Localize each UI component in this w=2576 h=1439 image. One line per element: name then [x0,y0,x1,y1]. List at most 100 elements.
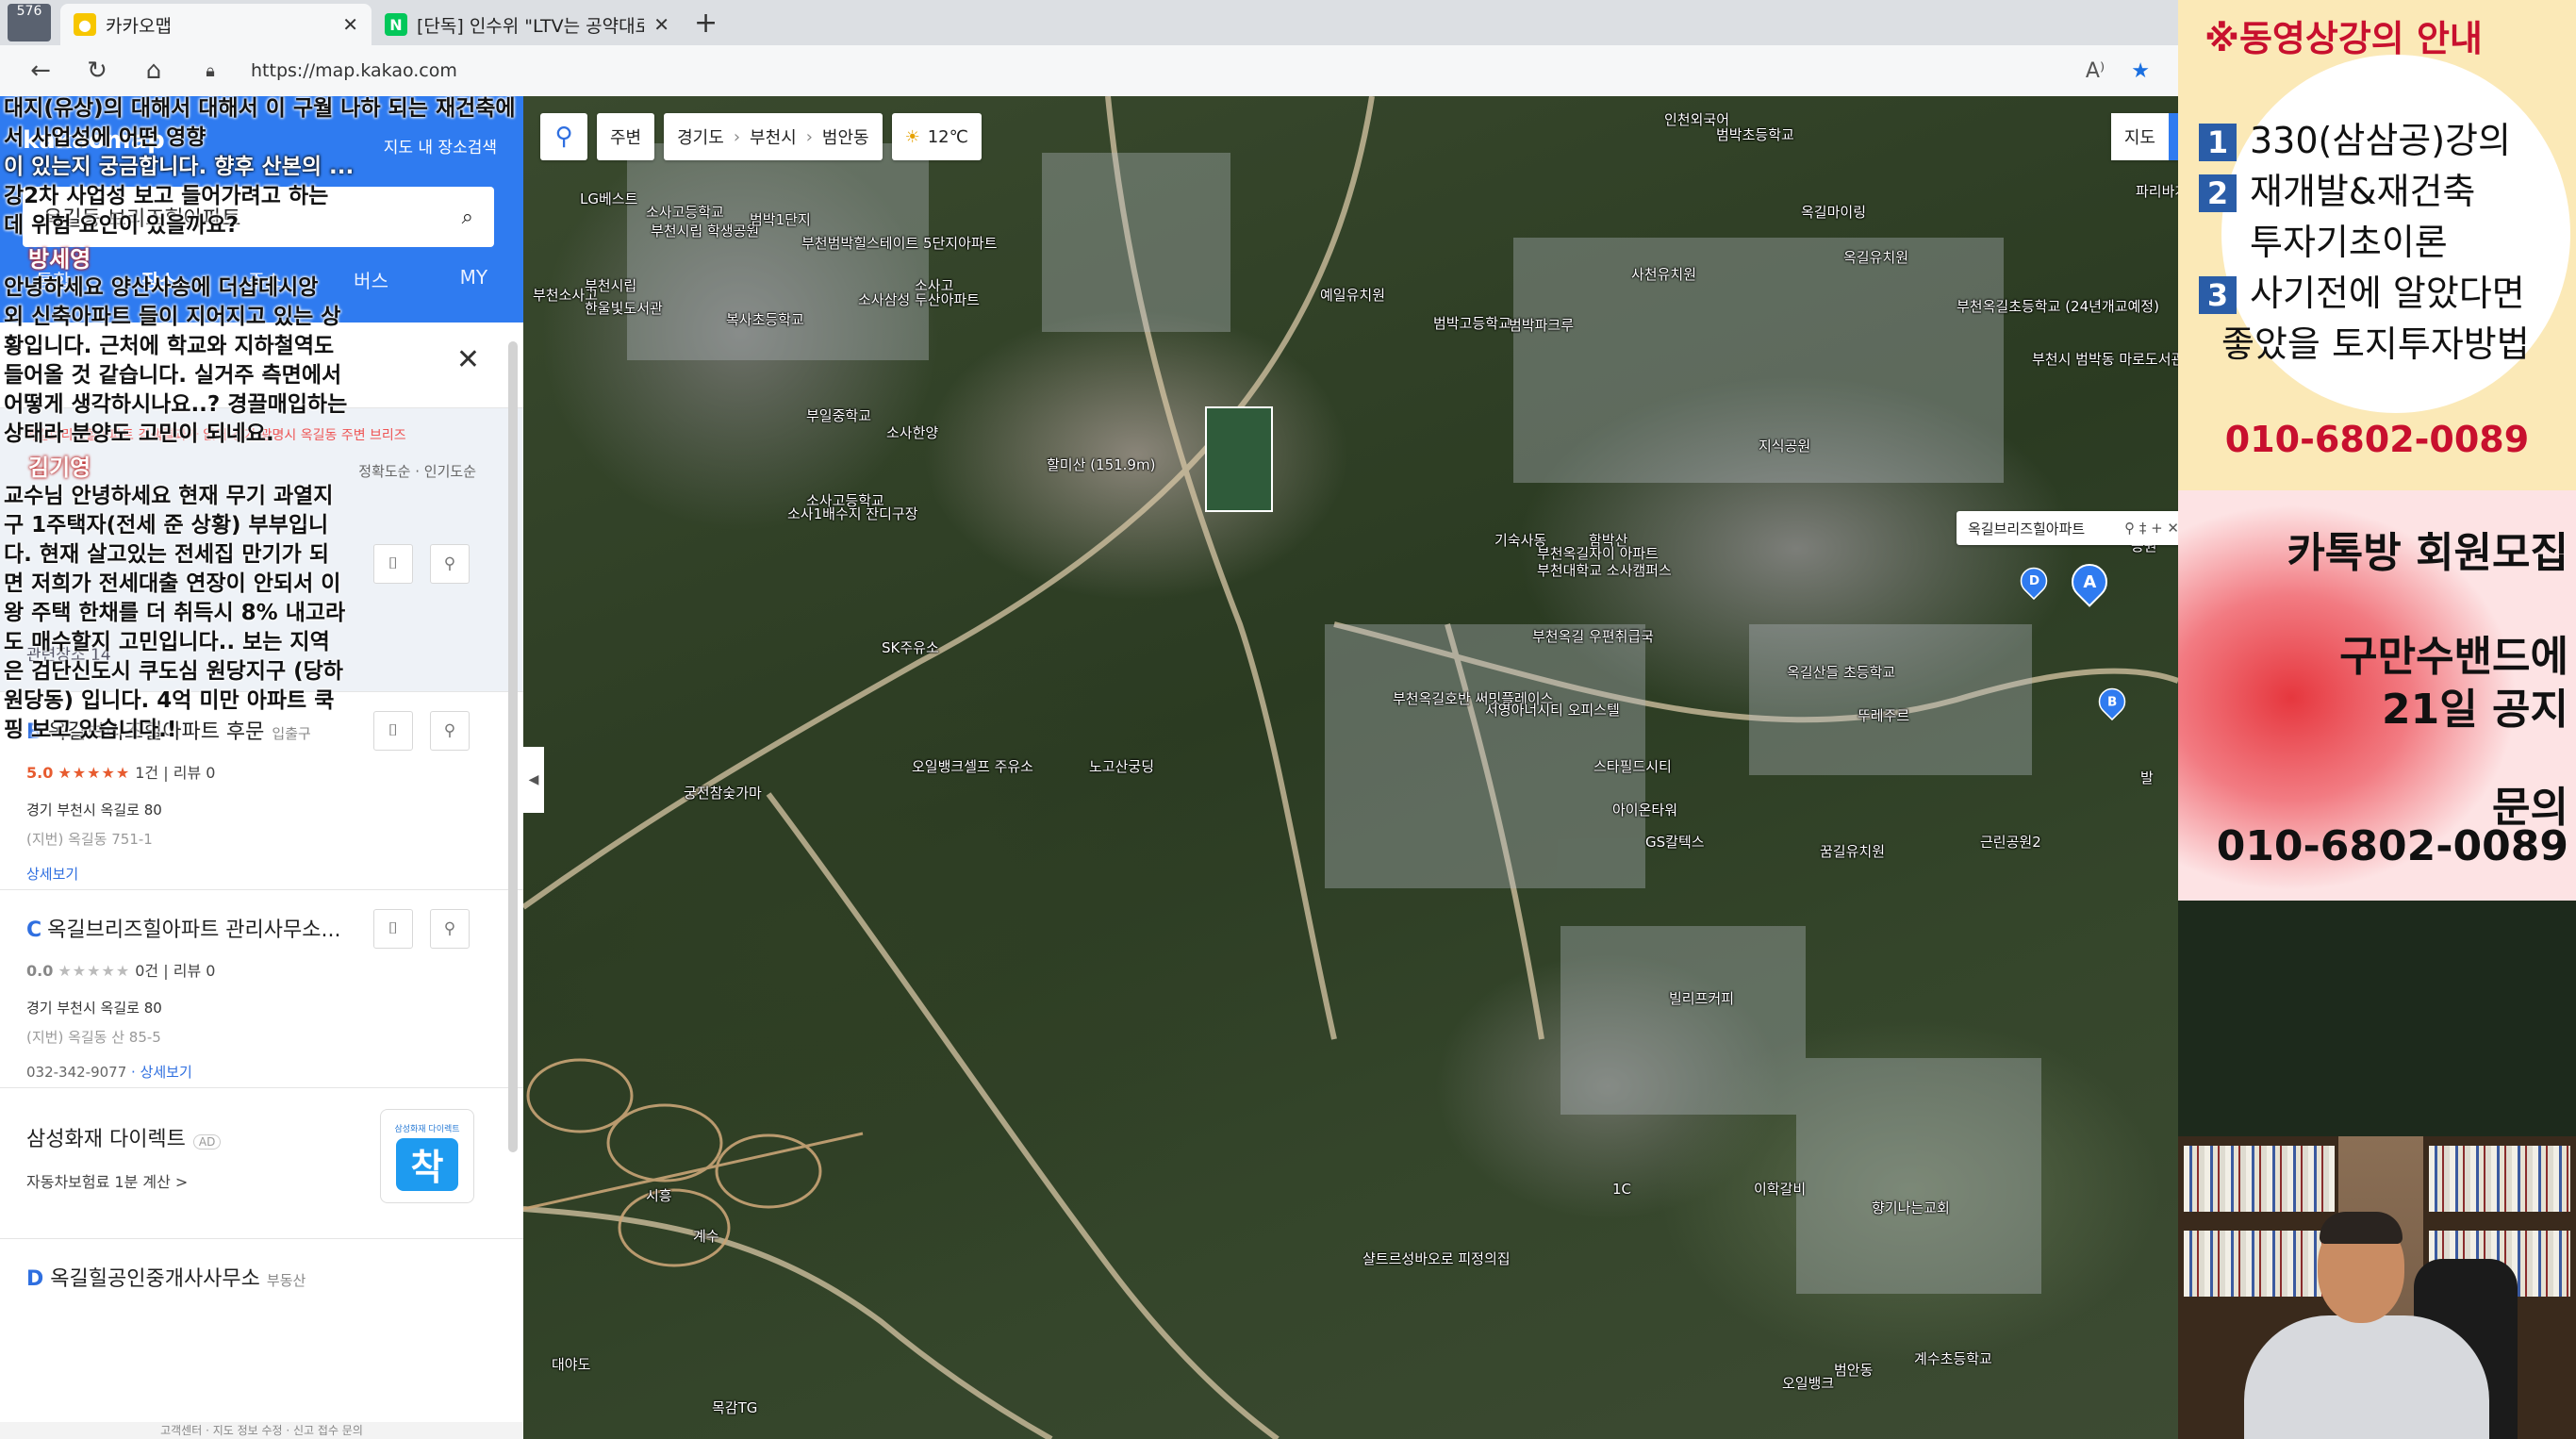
map-place-label[interactable]: 향기나는교회 [1872,1198,1950,1217]
close-icon[interactable]: ✕ [456,343,480,376]
crumb-dong[interactable]: 범안동 [822,124,869,149]
ad-logo[interactable]: 삼성화재 다이렉트 착 [380,1109,474,1203]
map-place-label[interactable]: 꿈길유치원 [1820,841,1885,861]
collapse-panel-button[interactable]: ◀ [523,747,544,813]
map-place-label[interactable]: 샬트르성바오로 피정의집 [1362,1249,1511,1268]
map-place-label[interactable]: 부천범박힐스테이트 5단지아파트 [801,233,998,253]
read-aloud-icon[interactable]: A⁾ [2086,59,2105,83]
favorite-star-icon[interactable]: ★ [2131,59,2150,83]
tab-address[interactable]: 주소 [248,266,283,293]
kakaomap-logo[interactable]: kakaomap [23,126,165,155]
route-pin-icon[interactable]: ⚲ [430,711,470,751]
search-in-map-link[interactable]: 지도 내 장소검색 [384,134,497,157]
place-phone[interactable]: 032-342-9077 [26,1064,126,1081]
map-place-label[interactable]: 할미산 (151.9m) [1047,455,1155,474]
map-place-label[interactable]: SK주유소 [882,637,939,657]
route-pin-icon[interactable]: ⚲ [430,909,470,949]
result-item-a[interactable]: 옥길브리즈힐아파트 검색결과가 없어 경기 광명시 옥길동 주변 브리즈 정확도… [0,408,523,692]
map-place-label[interactable]: 부천시립 학생공원 [651,221,759,240]
crumb-province[interactable]: 경기도 [677,124,724,149]
map-place-label[interactable]: 복사초등학교 [726,309,804,329]
map-place-label[interactable]: 서영아너시티 오피스텔 [1485,700,1620,720]
url-field[interactable]: https://map.kakao.com [251,60,2072,81]
ad-item[interactable]: 삼성화재 다이렉트 AD 자동차보험료 1분 계산 > 삼성화재 다이렉트 착 [0,1088,523,1239]
map-place-label[interactable]: 계수초등학교 [1914,1348,1992,1368]
weather-widget[interactable]: ☀ 12℃ [891,113,982,160]
tab-all[interactable]: 통합 [36,266,71,293]
map-place-label[interactable]: 오일뱅크 [1782,1373,1834,1393]
search-icon[interactable]: ⌕ [462,206,473,229]
tab-my[interactable]: MY [460,266,487,293]
lock-icon[interactable]: 🔒︎ [189,61,232,81]
map-place-label[interactable]: 부천옥길자이 아파트 [1537,543,1659,563]
ad-name[interactable]: 삼성화재 다이렉트 [26,1128,186,1151]
map-place-label[interactable]: 범박1단지 [750,209,811,229]
map-place-label[interactable]: 소사1배수지 잔디구장 [787,504,918,523]
map-place-label[interactable]: 근린공원2 [1980,832,2041,852]
related-places[interactable]: 관련장소 14 [26,641,111,665]
map-place-label[interactable]: 부천시 범박동 마로도서관 (22년6월예정) [2032,349,2178,369]
tab-news[interactable]: N [단독] 인수위 "LTV는 공약대로 " ✕ [372,4,683,45]
result-item-d[interactable]: D 옥길힐공인중개사사무소 부동산 [0,1239,523,1315]
map-place-label[interactable]: 소사고등학교 [646,202,724,222]
panel-footer[interactable]: 고객센터 · 지도 정보 수정 · 신고 접수 문의 [0,1422,523,1439]
search-input[interactable]: 옥길동 브리즈힐아파트 ⌕ [23,187,494,247]
map-place-label[interactable]: GS칼텍스 [1645,832,1705,852]
detail-link[interactable]: 상세보기 [26,864,497,884]
tab-close-icon[interactable]: ✕ [342,13,358,36]
map-place-label[interactable]: 지식공원 [1759,436,1810,455]
map-place-label[interactable]: 1C [1612,1181,1631,1198]
panel-scrollbar[interactable] [508,341,518,1152]
map-place-label[interactable]: 스타필드시티 [1593,756,1672,776]
marker-tooltip[interactable]: 옥길브리즈힐아파트 ⚲ ‡ + ✕ [1957,511,2178,545]
place-name[interactable]: 옥길브리즈힐아파트 관리사무소... [47,918,340,942]
map-place-label[interactable]: 파리바게트 [2136,181,2178,201]
map-place-label[interactable]: 궁전참숯가마 [684,783,762,802]
map-pin-icon[interactable]: ⚲ [540,113,587,160]
bookmark-icon[interactable]: ⌷ [373,711,413,751]
sort-popular[interactable]: 인기도순 [424,463,476,480]
skyview-toggle[interactable] [2169,113,2178,160]
reload-icon[interactable]: ↻ [75,57,119,85]
sort-accuracy[interactable]: 정확도순 [358,463,410,480]
home-icon[interactable]: ⌂ [132,57,175,85]
map-marker-d[interactable]: D [2014,561,2054,601]
detail-link[interactable]: 상세보기 [140,1064,192,1081]
tab-counter[interactable]: 576 [8,4,51,41]
map-place-label[interactable]: 옥길산들 초등학교 [1787,662,1895,682]
back-icon[interactable]: ← [19,57,62,85]
map-place-label[interactable]: 계수 [693,1226,719,1246]
map-place-label[interactable]: 목감TG [712,1398,757,1417]
map-view[interactable]: ⚲ 주변 경기도 › 부천시 › 범안동 ☀ 12℃ 지도 ◀ 인천외국어 범박초등학… [523,96,2178,1439]
map-place-label[interactable]: 범박초등학교 [1716,124,1794,144]
map-marker-b[interactable]: B [2092,682,2132,721]
map-type-label[interactable]: 지도 [2111,124,2169,149]
map-place-label[interactable]: 부일중학교 [806,405,871,425]
map-place-label[interactable]: 발 [2140,768,2154,787]
tab-bus[interactable]: 버스 [354,266,388,293]
map-place-label[interactable]: 부천대학교 소사캠퍼스 [1537,560,1672,580]
map-place-label[interactable]: 범안동 [1834,1360,1873,1380]
map-place-label[interactable]: 빌리프커피 [1669,988,1734,1008]
map-place-label[interactable]: 부천옥길 우편취급국 [1532,626,1654,646]
tab-kakaomap[interactable]: ● 카카오맵 ✕ [60,4,372,45]
crumb-city[interactable]: 부천시 [750,124,797,149]
map-place-label[interactable]: 부천옥길초등학교 (24년개교예정) [1957,296,2159,316]
map-place-label[interactable]: 예일유치원 [1320,285,1385,305]
tab-place[interactable]: 장소 [141,266,176,293]
result-item-b[interactable]: B 옥길브리즈힐아파트 후문 입출구 5.0 ★★★★★ 1건 | 리뷰 0 경기 … [0,692,523,890]
map-place-label[interactable]: 오일뱅크셀프 주유소 [912,756,1033,776]
map-place-label[interactable]: 범박파크루 [1509,315,1574,335]
map-place-label[interactable]: 사천유치원 [1631,264,1696,284]
map-place-label[interactable]: 노고산궁딩 [1089,756,1154,776]
map-place-label[interactable]: 아이온타워 [1612,800,1677,819]
map-place-label[interactable]: 한울빛도서관 [585,298,663,318]
tooltip-actions[interactable]: ⚲ ‡ + ✕ [2124,520,2178,537]
bookmark-icon[interactable]: ⌷ [373,909,413,949]
bookmark-icon[interactable]: ⌷ [373,544,413,584]
blog-review-count[interactable]: 리뷰 0 [173,962,216,980]
map-place-label[interactable]: 옥길유치원 [1843,247,1908,267]
result-item-c[interactable]: C 옥길브리즈힐아파트 관리사무소... 0.0 ★★★★★ 0건 | 리뷰 0 … [0,890,523,1088]
tab-close-icon[interactable]: ✕ [653,13,669,36]
map-place-label[interactable]: LG베스트 [580,189,637,208]
